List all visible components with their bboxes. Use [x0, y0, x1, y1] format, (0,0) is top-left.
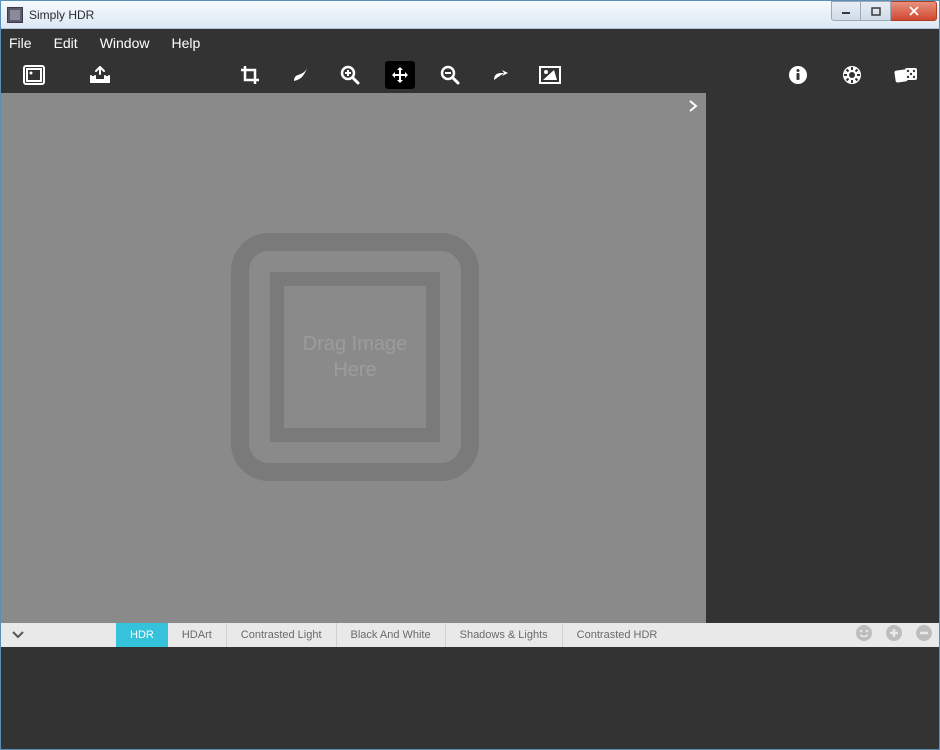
toolbar [1, 57, 939, 93]
filter-tab-black-and-white[interactable]: Black And White [336, 623, 445, 647]
canvas-area[interactable]: Drag Image Here [1, 93, 706, 623]
save-image-button[interactable] [85, 61, 115, 89]
zoom-out-button[interactable] [435, 61, 465, 89]
pan-icon [390, 65, 410, 85]
chevron-down-icon [11, 626, 25, 644]
preset-add-button[interactable] [879, 623, 909, 647]
titlebar-text: Simply HDR [29, 8, 831, 22]
menu-file[interactable]: File [9, 35, 32, 51]
info-button[interactable] [783, 61, 813, 89]
maximize-button[interactable] [861, 1, 891, 21]
brush-icon [291, 66, 309, 84]
filter-tab-shadows-lights[interactable]: Shadows & Lights [445, 623, 562, 647]
minimize-button[interactable] [831, 1, 861, 21]
pan-button[interactable] [385, 61, 415, 89]
crop-button[interactable] [235, 61, 265, 89]
right-panel [706, 93, 939, 623]
drop-text-1: Drag Image [303, 331, 408, 357]
presets-strip [1, 647, 939, 749]
filter-bar: HDR HDArt Contrasted Light Black And Whi… [1, 623, 939, 647]
random-button[interactable] [891, 61, 921, 89]
save-image-icon [89, 66, 111, 84]
open-image-icon [23, 65, 45, 85]
menu-window[interactable]: Window [100, 35, 150, 51]
zoom-in-icon [340, 65, 360, 85]
redo-icon [491, 66, 509, 84]
collapse-panel-button[interactable] [688, 99, 698, 116]
filter-tab-hdart[interactable]: HDArt [168, 623, 226, 647]
filter-tab-contrasted-light[interactable]: Contrasted Light [226, 623, 336, 647]
app-window: Simply HDR File Edit Window Help [0, 0, 940, 750]
open-image-button[interactable] [19, 61, 49, 89]
compare-icon [539, 66, 561, 84]
crop-icon [240, 65, 260, 85]
titlebar[interactable]: Simply HDR [1, 1, 939, 29]
settings-button[interactable] [837, 61, 867, 89]
preset-face-button[interactable] [849, 623, 879, 647]
drop-zone-inner: Drag Image Here [270, 272, 440, 442]
zoom-in-button[interactable] [335, 61, 365, 89]
drop-text-2: Here [333, 357, 376, 383]
face-icon [855, 624, 873, 647]
app-icon [7, 7, 23, 23]
settings-icon [842, 65, 862, 85]
menubar: File Edit Window Help [1, 29, 939, 57]
plus-circle-icon [885, 624, 903, 647]
preset-remove-button[interactable] [909, 623, 939, 647]
filter-category-dropdown[interactable] [1, 623, 116, 647]
menu-edit[interactable]: Edit [54, 35, 78, 51]
close-button[interactable] [891, 1, 937, 21]
zoom-out-icon [440, 65, 460, 85]
drop-zone[interactable]: Drag Image Here [231, 233, 479, 481]
compare-button[interactable] [535, 61, 565, 89]
redo-button[interactable] [485, 61, 515, 89]
brush-button[interactable] [285, 61, 315, 89]
window-controls [831, 1, 937, 21]
minus-circle-icon [915, 624, 933, 647]
main-area: Drag Image Here [1, 93, 939, 623]
filter-tab-hdr[interactable]: HDR [116, 623, 168, 647]
filter-tab-contrasted-hdr[interactable]: Contrasted HDR [562, 623, 672, 647]
random-icon [894, 65, 918, 85]
menu-help[interactable]: Help [171, 35, 200, 51]
info-icon [788, 65, 808, 85]
chevron-right-icon [688, 100, 698, 116]
